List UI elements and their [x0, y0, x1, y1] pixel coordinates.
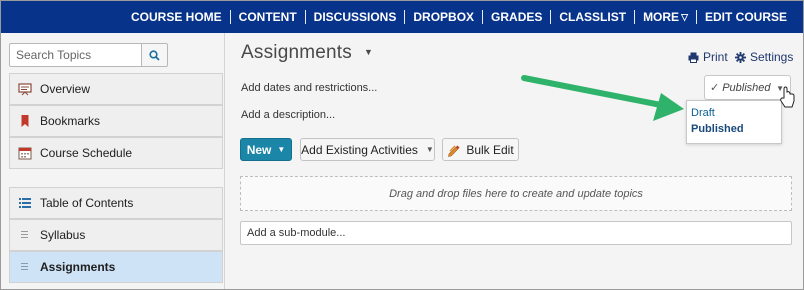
status-dropdown-menu: Draft Published: [686, 100, 782, 144]
nav-separator: [550, 10, 552, 24]
top-nav-bar: COURSE HOME CONTENT DISCUSSIONS DROPBOX …: [1, 1, 803, 33]
window-frame: COURSE HOME CONTENT DISCUSSIONS DROPBOX …: [0, 0, 804, 290]
nav-more-label: MORE: [643, 10, 680, 24]
status-option-draft[interactable]: Draft: [691, 105, 781, 121]
add-submodule-input[interactable]: [240, 221, 792, 245]
sidebar: Overview Bookmarks Course Schedule Table…: [1, 33, 225, 289]
nav-separator: [695, 10, 697, 24]
nav-course-home[interactable]: COURSE HOME: [123, 10, 230, 24]
add-existing-activities-button[interactable]: Add Existing Activities ▼: [300, 138, 435, 161]
add-description-link[interactable]: Add a description...: [241, 109, 335, 121]
search-box: [9, 43, 168, 67]
sidebar-item-label: Table of Contents: [40, 196, 134, 210]
nav-separator: [304, 10, 306, 24]
chevron-down-icon: ▼: [277, 145, 286, 154]
drop-zone-text: Drag and drop files here to create and u…: [389, 187, 643, 200]
main-content: Assignments ▼ Print Settings Add dates a…: [226, 33, 803, 289]
bookmark-icon: [18, 114, 32, 128]
sidebar-item-label: Course Schedule: [40, 146, 133, 160]
sidebar-item-label: Syllabus: [40, 228, 86, 242]
drag-handle-icon: [18, 228, 32, 242]
print-label: Print: [703, 50, 728, 64]
new-button[interactable]: New ▼: [240, 138, 292, 161]
pencil-icon: [448, 145, 460, 157]
chevron-down-icon: ▽: [681, 12, 688, 22]
sidebar-item-course-schedule[interactable]: Course Schedule: [9, 137, 223, 169]
nav-separator: [404, 10, 406, 24]
sidebar-item-overview[interactable]: Overview: [9, 73, 223, 105]
file-drop-zone[interactable]: Drag and drop files here to create and u…: [240, 176, 792, 211]
printer-icon: [688, 52, 699, 63]
bulk-edit-button[interactable]: Bulk Edit: [442, 138, 519, 161]
sidebar-item-syllabus[interactable]: Syllabus: [9, 219, 223, 251]
nav-separator: [482, 10, 484, 24]
sidebar-item-assignments[interactable]: Assignments: [9, 251, 223, 283]
drag-handle-icon: [18, 260, 32, 274]
sidebar-item-label: Overview: [40, 82, 91, 96]
calendar-icon: [18, 146, 32, 160]
nav-separator: [634, 10, 636, 24]
nav-separator: [229, 10, 231, 24]
new-button-label: New: [246, 142, 272, 157]
nav-classlist[interactable]: CLASSLIST: [551, 10, 634, 24]
sidebar-item-label: Assignments: [40, 260, 116, 274]
list-icon: [18, 196, 32, 210]
nav-discussions[interactable]: DISCUSSIONS: [306, 10, 405, 24]
add-dates-link[interactable]: Add dates and restrictions...: [241, 82, 377, 94]
nav-edit-course[interactable]: EDIT COURSE: [697, 10, 795, 24]
settings-link[interactable]: Settings: [735, 50, 793, 64]
checkmark-icon: ✓: [710, 82, 720, 94]
nav-grades[interactable]: GRADES: [483, 10, 550, 24]
page-title: Assignments: [241, 42, 352, 63]
status-dropdown[interactable]: ✓ Published ▼: [704, 75, 791, 100]
status-selected-value: Published: [722, 81, 771, 94]
search-input[interactable]: [9, 43, 142, 67]
status-option-published[interactable]: Published: [691, 121, 781, 137]
title-menu-caret-icon[interactable]: ▼: [364, 47, 373, 57]
search-button[interactable]: [142, 43, 168, 67]
search-icon: [149, 49, 160, 61]
add-existing-label: Add Existing Activities: [301, 142, 418, 157]
nav-more[interactable]: MORE ▽: [635, 10, 696, 24]
nav-content[interactable]: CONTENT: [231, 10, 305, 24]
sidebar-item-label: Bookmarks: [40, 114, 101, 128]
nav-dropbox[interactable]: DROPBOX: [405, 10, 482, 24]
bulk-edit-label: Bulk Edit: [466, 142, 514, 157]
sidebar-item-table-of-contents[interactable]: Table of Contents: [9, 187, 223, 219]
chevron-down-icon: ▼: [776, 84, 784, 93]
gear-icon: [735, 51, 746, 63]
chevron-down-icon: ▼: [425, 145, 434, 154]
sidebar-item-bookmarks[interactable]: Bookmarks: [9, 105, 223, 137]
settings-label: Settings: [750, 50, 794, 64]
overview-icon: [18, 82, 32, 96]
print-link[interactable]: Print: [688, 50, 728, 64]
